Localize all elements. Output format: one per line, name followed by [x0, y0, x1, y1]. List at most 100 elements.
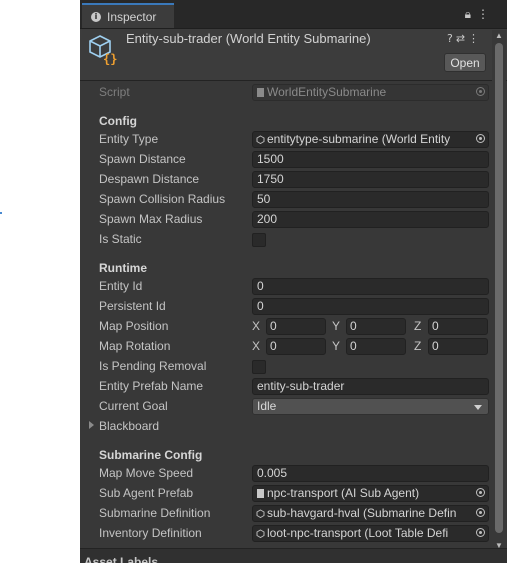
tab-label: Inspector [107, 9, 157, 24]
map-position-z-input[interactable]: 0 [428, 318, 488, 335]
sub-agent-prefab-field[interactable]: npc-transport (AI Sub Agent) [252, 485, 489, 502]
runtime-section-title: Runtime [99, 261, 147, 275]
sub-agent-prefab-row: Sub Agent Prefab npc-transport (AI Sub A… [80, 484, 490, 504]
map-position-label: Map Position [99, 319, 169, 333]
is-static-label: Is Static [99, 232, 142, 246]
entity-type-label: Entity Type [99, 132, 159, 146]
script-row: Script WorldEntitySubmarine [80, 83, 490, 103]
spawn-distance-input[interactable]: 1500 [252, 151, 489, 168]
current-goal-dropdown[interactable]: Idle [252, 398, 489, 415]
x-axis-label: X [252, 339, 261, 353]
map-move-speed-label: Map Move Speed [99, 466, 194, 480]
y-axis-label: Y [332, 339, 341, 353]
inspector-header: {} Entity-sub-trader (World Entity Subma… [80, 29, 507, 81]
info-icon: i [91, 11, 101, 22]
entity-type-row: Entity Type entitytype-submarine (World … [80, 130, 490, 150]
entity-id-input[interactable]: 0 [252, 278, 489, 295]
entity-prefab-name-row: Entity Prefab Name entity-sub-trader [80, 377, 490, 397]
entity-id-label: Entity Id [99, 279, 143, 293]
persistent-id-row: Persistent Id 0 [80, 297, 490, 317]
blackboard-label[interactable]: Blackboard [99, 419, 159, 433]
prefab-icon [256, 509, 265, 518]
foldout-arrow-icon[interactable] [89, 421, 94, 429]
current-goal-label: Current Goal [99, 399, 168, 413]
asset-labels-bar[interactable]: Asset Labels [80, 548, 507, 563]
entity-prefab-name-label: Entity Prefab Name [99, 379, 204, 393]
spawn-collision-radius-label: Spawn Collision Radius [99, 192, 226, 206]
svg-text:{}: {} [103, 52, 117, 65]
blackboard-foldout[interactable]: Blackboard [80, 417, 490, 437]
cube-script-icon: {} [89, 35, 117, 65]
spawn-collision-radius-row: Spawn Collision Radius 50 [80, 190, 490, 210]
script-field: WorldEntitySubmarine [252, 84, 489, 101]
map-rotation-x-input[interactable]: 0 [266, 338, 326, 355]
map-position-y-input[interactable]: 0 [346, 318, 406, 335]
despawn-distance-input[interactable]: 1750 [252, 171, 489, 188]
map-position-x-input[interactable]: 0 [266, 318, 326, 335]
script-file-icon [257, 489, 264, 498]
inventory-definition-field[interactable]: loot-npc-transport (Loot Table Defi [252, 525, 489, 542]
z-axis-label: Z [414, 339, 422, 353]
map-move-speed-input[interactable]: 0.005 [252, 465, 489, 482]
submarine-definition-label: Submarine Definition [99, 506, 211, 520]
entity-prefab-name-input[interactable]: entity-sub-trader [252, 378, 489, 395]
object-picker-icon [476, 87, 485, 96]
despawn-distance-row: Despawn Distance 1750 [80, 170, 490, 190]
persistent-id-label: Persistent Id [99, 299, 166, 313]
entity-type-value: entitytype-submarine (World Entity [267, 132, 451, 146]
prefab-icon [256, 135, 265, 144]
is-static-checkbox[interactable] [252, 233, 266, 247]
script-value: WorldEntitySubmarine [267, 85, 387, 99]
asset-labels-label: Asset Labels [84, 555, 159, 563]
is-pending-removal-checkbox[interactable] [252, 360, 266, 374]
inventory-definition-label: Inventory Definition [99, 526, 202, 540]
scroll-up-icon[interactable]: ▲ [495, 31, 503, 40]
sub-agent-prefab-label: Sub Agent Prefab [99, 486, 194, 500]
tab-inspector[interactable]: i Inspector [82, 3, 174, 28]
tab-bar: i Inspector 🔒︎⋮ [80, 0, 507, 29]
scrollbar[interactable]: ▲ ▼ [492, 30, 506, 550]
spawn-max-radius-input[interactable]: 200 [252, 211, 489, 228]
prefab-icon [256, 529, 265, 538]
submarine-definition-field[interactable]: sub-havgard-hval (Submarine Defin [252, 505, 489, 522]
y-axis-label: Y [332, 319, 341, 333]
lock-menu-icons[interactable]: 🔒︎⋮ [465, 7, 495, 22]
map-rotation-label: Map Rotation [99, 339, 171, 353]
map-position-row: Map Position X 0 Y 0 Z 0 [80, 317, 490, 337]
dropdown-arrow-icon [474, 405, 482, 410]
config-section-title: Config [99, 114, 137, 128]
z-axis-label: Z [414, 319, 422, 333]
submarine-definition-value: sub-havgard-hval (Submarine Defin [267, 506, 457, 520]
persistent-id-input[interactable]: 0 [252, 298, 489, 315]
scroll-thumb[interactable] [495, 43, 503, 533]
current-goal-value: Idle [257, 399, 277, 413]
object-picker-icon[interactable] [476, 488, 485, 497]
object-picker-icon[interactable] [476, 508, 485, 517]
entity-id-row: Entity Id 0 [80, 277, 490, 297]
map-rotation-z-input[interactable]: 0 [428, 338, 488, 355]
spawn-max-radius-label: Spawn Max Radius [99, 212, 203, 226]
component-title: Entity-sub-trader (World Entity Submarin… [126, 31, 371, 46]
help-preset-menu-icons[interactable]: ?⇄⋮ [447, 32, 482, 45]
script-label: Script [99, 85, 130, 99]
sub-agent-prefab-value: npc-transport (AI Sub Agent) [267, 486, 420, 500]
open-button[interactable]: Open [444, 53, 486, 72]
object-picker-icon[interactable] [476, 134, 485, 143]
object-picker-icon[interactable] [476, 528, 485, 537]
submarine-config-section-title: Submarine Config [99, 448, 203, 462]
current-goal-row: Current Goal Idle [80, 397, 490, 417]
decorative-dot [0, 212, 2, 214]
map-move-speed-row: Map Move Speed 0.005 [80, 464, 490, 484]
spawn-distance-row: Spawn Distance 1500 [80, 150, 490, 170]
is-static-row: Is Static [80, 230, 490, 250]
spawn-max-radius-row: Spawn Max Radius 200 [80, 210, 490, 230]
despawn-distance-label: Despawn Distance [99, 172, 200, 186]
map-rotation-y-input[interactable]: 0 [346, 338, 406, 355]
inspector-window: i Inspector 🔒︎⋮ {} Entity-sub-trader (Wo… [80, 0, 507, 563]
spawn-collision-radius-input[interactable]: 50 [252, 191, 489, 208]
inventory-definition-value: loot-npc-transport (Loot Table Defi [267, 526, 449, 540]
submarine-definition-row: Submarine Definition sub-havgard-hval (S… [80, 504, 490, 524]
entity-type-field[interactable]: entitytype-submarine (World Entity [252, 131, 489, 148]
spawn-distance-label: Spawn Distance [99, 152, 186, 166]
is-pending-removal-row: Is Pending Removal [80, 357, 490, 377]
